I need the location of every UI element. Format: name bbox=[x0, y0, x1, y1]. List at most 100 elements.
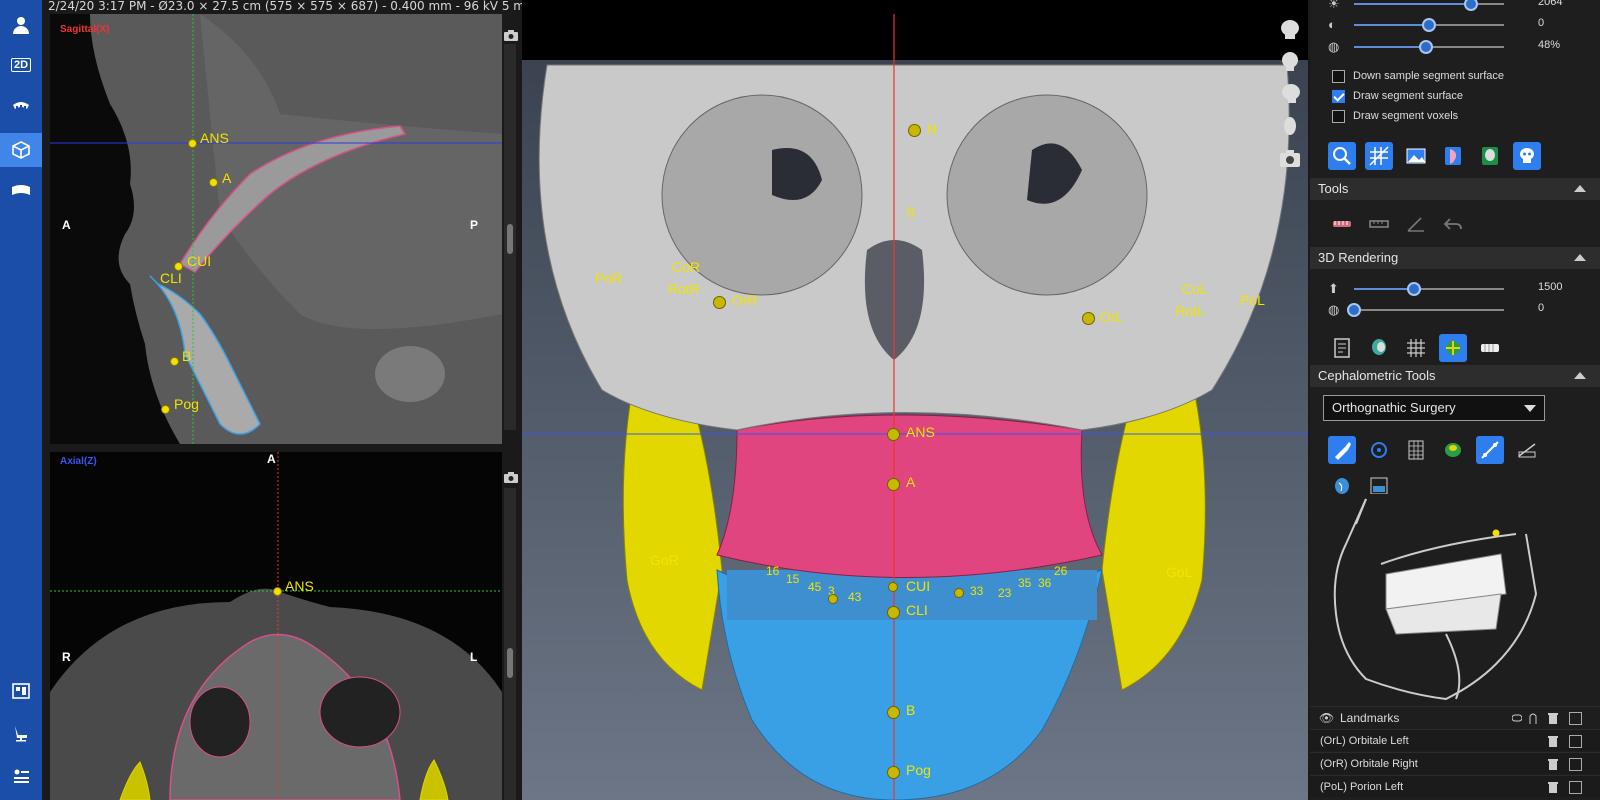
angle-icon[interactable] bbox=[1402, 210, 1430, 238]
collapse-icon[interactable] bbox=[1574, 372, 1586, 379]
hand-icon[interactable] bbox=[1528, 712, 1538, 724]
camera-icon[interactable] bbox=[1278, 146, 1302, 170]
sagittal-viewport[interactable]: Sagittal(X) A P ANS A CUI CLI B Pog bbox=[50, 14, 502, 444]
eye-icon[interactable]: 👁 bbox=[1319, 707, 1334, 729]
axial-viewport[interactable]: Axial(Z) A R L ANS bbox=[50, 452, 502, 800]
skull-view-icon[interactable] bbox=[1476, 142, 1504, 170]
downsample-checkbox-row[interactable]: Down sample segment surface bbox=[1332, 67, 1504, 85]
dental-arch-icon[interactable] bbox=[0, 90, 42, 124]
segment-colors-icon[interactable] bbox=[1439, 334, 1467, 362]
soft-tissue-icon[interactable] bbox=[1439, 142, 1467, 170]
brightness-slider[interactable]: ☀ 2064 bbox=[1320, 0, 1590, 14]
landmark-dot[interactable] bbox=[887, 478, 900, 491]
landmark-dot[interactable] bbox=[887, 428, 900, 441]
3d-view-icon[interactable] bbox=[0, 133, 42, 167]
skull-side-icon[interactable] bbox=[1278, 50, 1302, 74]
landmark-dot[interactable] bbox=[209, 178, 218, 187]
link-icon[interactable] bbox=[1512, 712, 1522, 724]
ruler-icon[interactable] bbox=[1365, 210, 1393, 238]
landmark-dot[interactable] bbox=[170, 357, 179, 366]
slider-knob[interactable] bbox=[1347, 303, 1361, 317]
landmark-dot[interactable] bbox=[954, 588, 964, 598]
slider-track[interactable] bbox=[1354, 46, 1426, 48]
landmark-row[interactable]: (OrR) Orbitale Right bbox=[1310, 752, 1600, 774]
landmark-dot[interactable] bbox=[887, 766, 900, 779]
landmark-checkbox[interactable] bbox=[1569, 758, 1582, 771]
landmark-checkbox[interactable] bbox=[1569, 735, 1582, 748]
landmark-dot[interactable] bbox=[828, 594, 838, 604]
trash-icon[interactable] bbox=[1548, 781, 1558, 793]
landmark-dot[interactable] bbox=[273, 587, 282, 596]
camera-icon[interactable] bbox=[504, 28, 518, 41]
render-opacity-slider[interactable]: ◍ 0 bbox=[1320, 300, 1590, 320]
landmark-dot[interactable] bbox=[188, 139, 197, 148]
skull-lateral-icon[interactable] bbox=[1278, 82, 1302, 106]
skull-3d-icon[interactable] bbox=[1513, 142, 1541, 170]
landmark-dot[interactable] bbox=[908, 124, 921, 137]
grid-icon[interactable] bbox=[1365, 142, 1393, 170]
threshold-slider[interactable]: ⬆ 1500 bbox=[1320, 279, 1590, 299]
slider-track[interactable] bbox=[1354, 24, 1429, 26]
grid-measure-icon[interactable] bbox=[1402, 436, 1430, 464]
line-tool-icon[interactable] bbox=[1476, 436, 1504, 464]
panoramic-icon[interactable] bbox=[0, 174, 42, 208]
report-icon[interactable] bbox=[0, 760, 42, 794]
mesh-grid-icon[interactable] bbox=[1402, 334, 1430, 362]
landmark-dot[interactable] bbox=[887, 706, 900, 719]
patient-icon[interactable] bbox=[0, 8, 42, 42]
draw-voxels-checkbox-row[interactable]: Draw segment voxels bbox=[1332, 107, 1458, 125]
brush-icon[interactable] bbox=[1328, 436, 1356, 464]
3d-render-viewport[interactable]: N S PoR CoR RotR OrR OrL CoL RotL PoL AN… bbox=[522, 0, 1308, 800]
landmark-row[interactable]: (OrL) Orbitale Left bbox=[1310, 729, 1600, 751]
landmark-dot[interactable] bbox=[713, 296, 726, 309]
draw-surface-checkbox-row[interactable]: Draw segment surface bbox=[1332, 87, 1463, 105]
collapse-icon[interactable] bbox=[1574, 185, 1586, 192]
skull-front-icon[interactable] bbox=[1278, 18, 1302, 42]
trash-icon[interactable] bbox=[1548, 712, 1558, 724]
opacity-slider[interactable]: ◍ 48% bbox=[1320, 37, 1590, 57]
tools-section-header[interactable]: Tools bbox=[1310, 178, 1600, 200]
slider-track[interactable] bbox=[1354, 288, 1414, 290]
slider-knob[interactable] bbox=[1407, 282, 1421, 296]
camera-icon[interactable] bbox=[504, 470, 518, 483]
undo-icon[interactable] bbox=[1439, 210, 1467, 238]
collapse-icon[interactable] bbox=[1574, 254, 1586, 261]
report-tool-icon[interactable] bbox=[1328, 334, 1356, 362]
ceph-section-header[interactable]: Cephalometric Tools bbox=[1310, 365, 1600, 387]
scroll-thumb[interactable] bbox=[507, 224, 513, 254]
slider-knob[interactable] bbox=[1422, 18, 1436, 32]
head-render-icon[interactable] bbox=[1365, 334, 1393, 362]
teeth-render-icon[interactable] bbox=[1476, 334, 1504, 362]
scroll-thumb[interactable] bbox=[507, 648, 513, 678]
landmarks-list-header[interactable]: 👁 Landmarks bbox=[1310, 706, 1600, 728]
layout-icon[interactable] bbox=[0, 674, 42, 708]
2d-view-button[interactable]: 2D bbox=[0, 48, 42, 82]
downsample-checkbox[interactable] bbox=[1332, 69, 1345, 83]
image-icon[interactable] bbox=[1402, 142, 1430, 170]
draw-voxels-checkbox[interactable] bbox=[1332, 109, 1345, 123]
contrast-slider[interactable]: ◐ 0 bbox=[1320, 15, 1590, 35]
ruler-angle-icon[interactable] bbox=[1513, 436, 1541, 464]
ceph-analysis-dropdown[interactable]: Orthognathic Surgery bbox=[1323, 395, 1545, 421]
slider-knob[interactable] bbox=[1464, 0, 1478, 11]
sagittal-scrollbar[interactable] bbox=[504, 44, 516, 430]
rendering-section-header[interactable]: 3D Rendering bbox=[1310, 247, 1600, 269]
select-all-checkbox[interactable] bbox=[1569, 712, 1582, 725]
trash-icon[interactable] bbox=[1548, 758, 1558, 770]
trash-icon[interactable] bbox=[1548, 735, 1558, 747]
slider-knob[interactable] bbox=[1419, 40, 1433, 54]
landmark-dot[interactable] bbox=[888, 582, 898, 592]
draw-surface-checkbox[interactable] bbox=[1332, 89, 1345, 103]
dental-chair-icon[interactable] bbox=[0, 716, 42, 750]
landmark-dot[interactable] bbox=[887, 606, 900, 619]
slider-track[interactable] bbox=[1354, 3, 1471, 5]
skull-top-icon[interactable] bbox=[1278, 114, 1302, 138]
axial-scrollbar[interactable] bbox=[504, 488, 516, 800]
landmark-dot[interactable] bbox=[161, 405, 170, 414]
airway-icon[interactable] bbox=[1439, 436, 1467, 464]
rotate-icon[interactable] bbox=[1365, 436, 1393, 464]
zoom-icon[interactable] bbox=[1328, 142, 1356, 170]
landmark-dot[interactable] bbox=[1082, 312, 1095, 325]
teeth-tool-icon[interactable] bbox=[1328, 210, 1356, 238]
landmark-checkbox[interactable] bbox=[1569, 781, 1582, 794]
